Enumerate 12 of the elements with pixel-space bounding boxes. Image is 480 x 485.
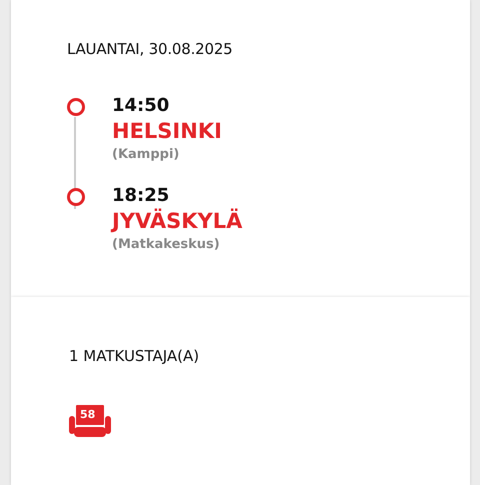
passenger-count: 1 MATKUSTAJA(A) (69, 346, 200, 367)
stop-city: HELSINKI (112, 118, 222, 144)
stop-time: 18:25 (112, 184, 170, 206)
stop-marker-icon (67, 188, 85, 206)
stop-time: 14:50 (112, 94, 170, 116)
stop-marker-icon (67, 98, 85, 116)
stop-station: (Matkakeskus) (112, 236, 221, 254)
stop-station: (Kamppi) (112, 146, 180, 164)
stop-city: JYVÄSKYLÄ (112, 208, 242, 234)
seat-icon (69, 404, 111, 436)
trip-date: LAUANTAI, 30.08.2025 (67, 39, 234, 60)
seat-number: 58 (80, 408, 96, 422)
